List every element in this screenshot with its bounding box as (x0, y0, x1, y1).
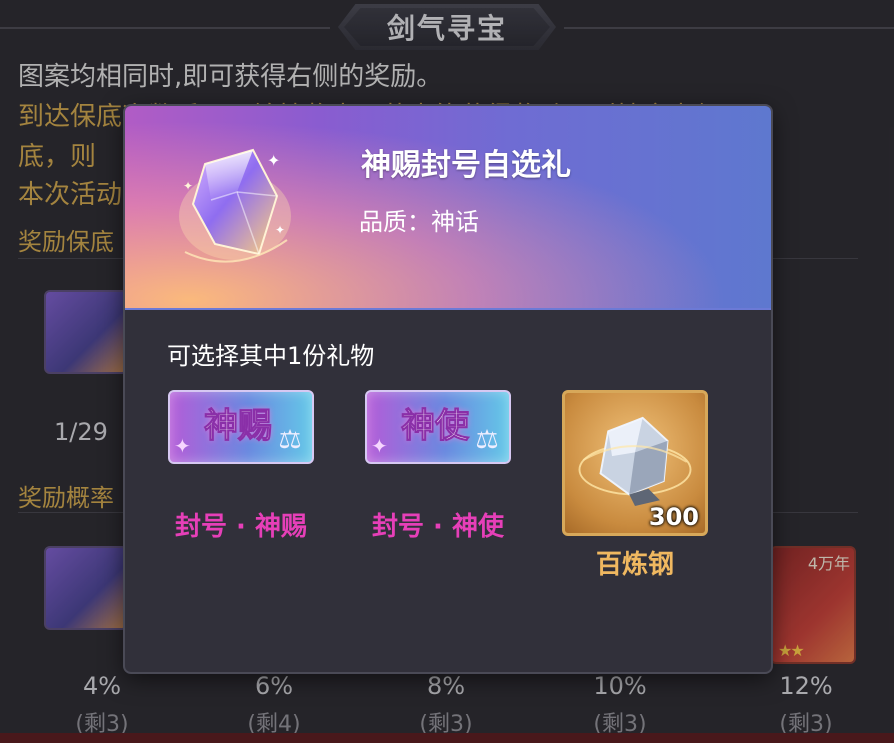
option-label: 封号 · 神赐 (175, 512, 307, 542)
choose-prompt: 可选择其中1份礼物 (167, 342, 375, 370)
svg-text:✦: ✦ (183, 179, 193, 193)
gift-option-steel[interactable]: 300 百炼钢 (555, 390, 715, 581)
gift-option-shenshi[interactable]: ✦ 神使 ⚖ 封号 · 神使 (358, 390, 518, 543)
steel-item-card[interactable]: 300 (562, 390, 708, 536)
item-quantity: 300 (648, 503, 699, 531)
sparkle-icon: ✦ (371, 434, 388, 458)
title-card-shenci[interactable]: ✦ 神赐 ⚖ (168, 390, 314, 464)
svg-text:✦: ✦ (267, 151, 280, 170)
scales-icon: ⚖ (475, 425, 499, 455)
modal-header: ✦ ✦ ✦ 神赐封号自选礼 品质：神话 (125, 106, 771, 310)
svg-text:✦: ✦ (275, 223, 285, 237)
title-card-text: 神使 (401, 406, 470, 447)
scales-icon: ⚖ (278, 425, 302, 455)
title-card-shenshi[interactable]: ✦ 神使 ⚖ (365, 390, 511, 464)
title-card-text: 神赐 (204, 406, 273, 447)
gift-title: 神赐封号自选礼 (361, 148, 571, 183)
option-label: 百炼钢 (595, 550, 674, 580)
gift-quality: 品质：神话 (359, 208, 479, 236)
gift-select-modal: ✦ ✦ ✦ 神赐封号自选礼 品质：神话 可选择其中1份礼物 ✦ 神赐 ⚖ 封号 … (125, 106, 771, 672)
crystal-gift-icon: ✦ ✦ ✦ (179, 148, 291, 263)
gift-option-shenci[interactable]: ✦ 神赐 ⚖ 封号 · 神赐 (161, 390, 321, 543)
sparkle-icon: ✦ (174, 434, 191, 458)
option-label: 封号 · 神使 (372, 512, 504, 542)
